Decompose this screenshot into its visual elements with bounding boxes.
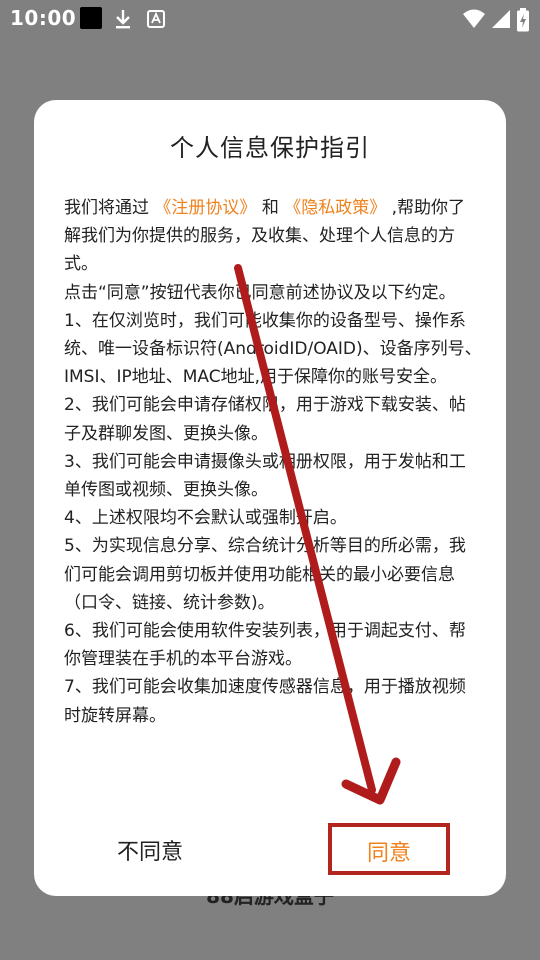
status-time: 10:00 [10,6,77,30]
dialog-content: 我们将通过 《注册协议》 和 《隐私政策》 ,帮助你了解我们为你提供的服务，及收… [64,194,482,730]
policy-item: 4、上述权限均不会默认或强制开启。 [64,508,347,529]
policy-item: 5、为实现信息分享、综合统计分析等目的所必需，我们可能会调用剪切板并使用功能相关… [64,536,466,613]
policy-item: 1、在仅浏览时，我们可能收集你的设备型号、操作系统、唯一设备标识符(Androi… [64,310,482,388]
privacy-policy-link[interactable]: 《隐私政策》 [284,198,386,218]
register-agreement-link[interactable]: 《注册协议》 [154,198,256,218]
disagree-button[interactable]: 不同意 [80,824,220,880]
agree-button[interactable]: 同意 [328,823,450,875]
notification-square-icon [80,7,102,29]
policy-item: 2、我们可能会申请存储权限，用于游戏下载安装、帖子及群聊发图、更换头像。 [64,395,466,444]
a-badge-icon [147,10,165,28]
battery-icon [517,8,529,32]
status-bar: 10:00 [0,0,540,36]
dialog-title: 个人信息保护指引 [170,134,370,162]
policy-item: 6、我们可能会使用软件安装列表，用于调起支付、帮你管理装在手机的本平台游戏。 [64,621,466,670]
intro-paragraph: 我们将通过 《注册协议》 和 《隐私政策》 ,帮助你了解我们为你提供的服务，及收… [64,194,482,279]
intro-prefix: 我们将通过 [64,198,149,218]
intro-and: 和 [261,198,279,218]
download-icon [116,10,130,29]
policy-item: 3、我们可能会申请摄像头或相册权限，用于发帖和工单传图或视频、更换头像。 [64,451,466,501]
consent-paragraph: 点击“同意”按钮代表你已同意前述协议及以下约定。 [64,282,456,303]
signal-icon [492,10,510,28]
wifi-icon [463,9,485,28]
policy-item: 7、我们可能会收集加速度传感器信息，用于播放视频时旋转屏幕。 [64,677,466,726]
privacy-dialog: 个人信息保护指引 我们将通过 《注册协议》 和 《隐私政策》 ,帮助你了解我们为… [34,100,506,896]
